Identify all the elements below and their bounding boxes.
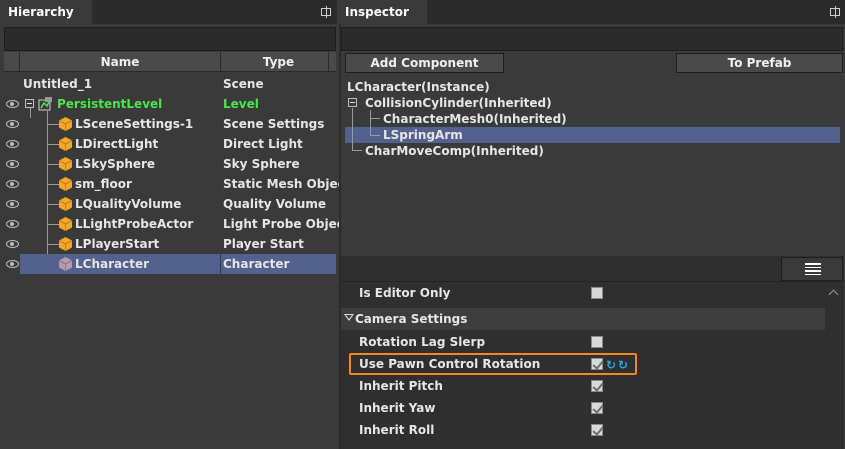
property-inherit-roll: Inherit Roll [341,419,825,441]
pin-icon[interactable] [829,6,841,18]
inherit-pitch-checkbox[interactable] [591,380,603,392]
item-name: LCharacter [75,257,150,271]
scene-type: Scene [223,77,264,91]
expand-arrow-icon[interactable] [344,314,354,321]
hierarchy-row[interactable]: LPlayerStart Player Start [0,234,336,254]
component-root[interactable]: LCharacter(Instance) [347,79,490,95]
category-label: Camera Settings [355,312,468,326]
tab-inspector-label: Inspector [345,5,409,19]
cube-icon [59,217,72,231]
hierarchy-row-root[interactable]: Untitled_1 Scene [0,74,336,94]
property-label: Inherit Yaw [359,401,436,415]
hierarchy-row[interactable]: LDirectLight Direct Light [0,134,336,154]
item-name: LPlayerStart [75,237,160,251]
to-prefab-button[interactable]: To Prefab [676,53,843,73]
category-camera-settings[interactable]: Camera Settings [341,308,825,330]
item-name: LSceneSettings-1 [75,117,194,131]
item-name: LSkySphere [75,157,156,171]
tab-hierarchy-label: Hierarchy [8,5,74,19]
property-is-editor-only: Is Editor Only [341,282,825,304]
component-spring-arm[interactable]: LSpringArm [383,127,463,143]
property-inherit-yaw: Inherit Yaw [341,397,825,419]
eye-icon[interactable] [6,240,19,248]
collapse-icon[interactable] [348,98,357,107]
hierarchy-row[interactable]: LSceneSettings-1 Scene Settings [0,114,336,134]
component-mesh[interactable]: CharacterMesh0(Inherited) [383,111,567,127]
inherit-roll-checkbox[interactable] [591,424,603,436]
eye-icon[interactable] [6,100,19,108]
hierarchy-search-input[interactable] [4,27,336,51]
highlight-box [349,353,637,375]
eye-icon[interactable] [6,200,19,208]
property-inherit-pitch: Inherit Pitch [341,375,825,397]
scroll-up-icon[interactable] [829,288,839,298]
hierarchy-row[interactable]: LLightProbeActor Light Probe Object [0,214,350,234]
eye-icon[interactable] [6,180,19,188]
cube-icon [59,157,72,171]
reset-arrow-icon[interactable]: ↻ [618,358,628,372]
level-name: PersistentLevel [57,97,163,111]
reset-arrow-icon[interactable]: ↻ [606,358,616,372]
is-editor-only-checkbox[interactable] [591,287,603,299]
property-label: Inherit Pitch [359,379,443,393]
cube-icon [59,197,72,211]
inherit-yaw-checkbox[interactable] [591,402,603,414]
item-type: Light Probe Object [223,217,350,231]
tab-hierarchy[interactable]: Hierarchy [0,0,92,24]
hierarchy-row[interactable]: sm_floor Static Mesh Object [0,174,350,194]
add-component-button[interactable]: Add Component [345,53,504,73]
level-type: Level [223,97,259,111]
hierarchy-row-level[interactable]: PersistentLevel Level [0,94,336,114]
property-label: Is Editor Only [359,286,451,300]
hierarchy-row[interactable]: LQualityVolume Quality Volume [0,194,336,214]
eye-icon[interactable] [6,260,19,268]
inspector-search-input[interactable] [341,27,843,51]
item-type: Character [223,257,290,271]
tab-inspector[interactable]: Inspector [337,0,427,24]
property-rotation-lag-slerp: Rotation Lag Slerp [341,331,825,353]
eye-icon[interactable] [6,220,19,228]
component-move[interactable]: CharMoveComp(Inherited) [365,143,544,159]
eye-icon[interactable] [6,140,19,148]
item-name: LLightProbeActor [75,217,194,231]
cube-icon [59,117,72,131]
hamburger-menu-icon[interactable] [781,257,843,281]
item-type: Direct Light [223,137,303,151]
properties-toolbar [341,256,844,282]
item-type: Sky Sphere [223,157,300,171]
hierarchy-column-header: Name Type [4,52,336,72]
hierarchy-row[interactable]: LSkySphere Sky Sphere [0,154,336,174]
item-name: LDirectLight [75,137,159,151]
pin-icon[interactable] [320,6,332,18]
component-collision[interactable]: CollisionCylinder(Inherited) [365,95,552,111]
cube-icon [59,237,72,251]
column-name-header[interactable]: Name [20,52,220,72]
cube-icon [59,137,72,151]
rotation-lag-slerp-checkbox[interactable] [591,336,603,348]
character-icon [59,257,72,271]
cube-icon [59,177,72,191]
property-label: Inherit Roll [359,423,435,437]
item-type: Scene Settings [223,117,325,131]
eye-icon[interactable] [6,120,19,128]
scene-name: Untitled_1 [23,77,93,91]
property-label: Rotation Lag Slerp [359,335,486,349]
collapse-icon[interactable] [25,99,34,108]
column-type-header[interactable]: Type [221,52,336,72]
item-type: Static Mesh Object [223,177,351,191]
hierarchy-row-selected[interactable]: LCharacter Character [0,254,336,274]
item-name: sm_floor [75,177,132,191]
item-type: Player Start [223,237,304,251]
item-type: Quality Volume [223,197,326,211]
item-name: LQualityVolume [75,197,182,211]
level-icon [38,97,53,111]
eye-icon[interactable] [6,160,19,168]
